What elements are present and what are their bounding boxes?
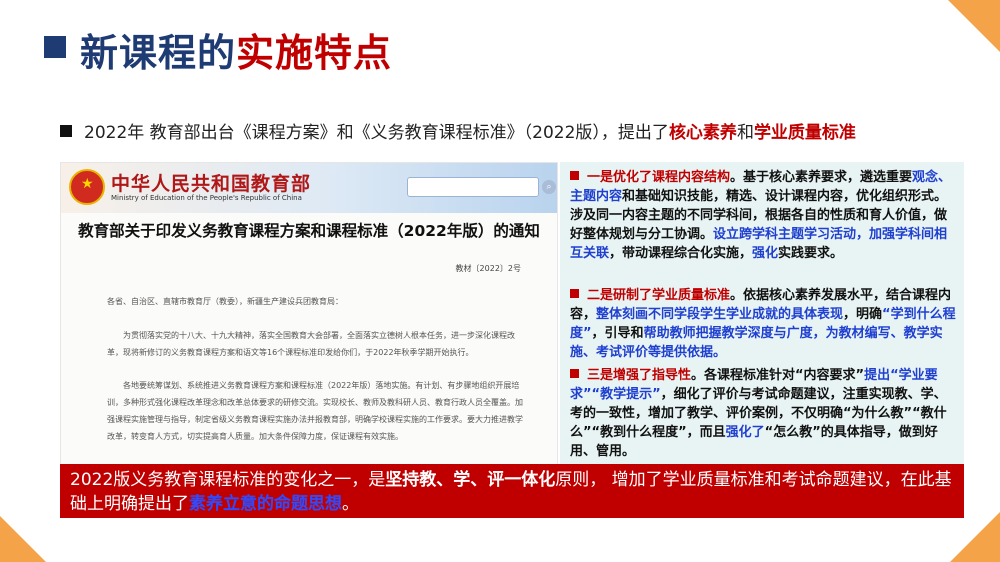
square-bullet-icon bbox=[570, 369, 579, 378]
intro-highlight-1: 核心素养 bbox=[668, 123, 737, 143]
feature-1-text: 实践要求。 bbox=[778, 246, 844, 261]
notice-salutation: 各省、自治区、直辖市教育厅（教委），新疆生产建设兵团教育局： bbox=[107, 297, 343, 306]
feature-2-highlight: 整体刻画不同学段学生学业成就的具体表现 bbox=[596, 307, 844, 322]
feature-item-1: 一是优化了课程内容结构。基于核心素养要求，遴选重要观念、主题内容和基础知识技能，… bbox=[570, 168, 958, 263]
title-bullet bbox=[44, 36, 66, 58]
intro-line: 2022年 教育部出台《课程方案》和《义务教育课程标准》（2022版），提出了核… bbox=[60, 118, 856, 143]
banner-text: 。 bbox=[342, 494, 359, 514]
features-panel: 一是优化了课程内容结构。基于核心素养要求，遴选重要观念、主题内容和基础知识技能，… bbox=[560, 162, 964, 466]
search-icon[interactable]: ⌕ bbox=[542, 180, 556, 194]
notice-title: 教育部关于印发义务教育课程方案和课程标准（2022年版）的通知 bbox=[78, 222, 540, 240]
intro-text: 2022年 教育部出台《课程方案》和《义务教育课程标准》（2022版），提出了 bbox=[84, 123, 669, 143]
banner-text: 2022版义务教育课程标准的变化之一，是 bbox=[70, 470, 386, 490]
summary-banner: 2022版义务教育课程标准的变化之一，是坚持教、学、评一体化原则， 增加了学业质… bbox=[60, 464, 964, 518]
corner-decoration-bottom-right bbox=[950, 512, 1000, 562]
feature-3-heading: 三是增强了指导性 bbox=[587, 368, 692, 383]
square-bullet-icon bbox=[570, 171, 579, 180]
feature-3-text: 。各课程标准针对“内容要求” bbox=[691, 368, 865, 383]
feature-3-highlight: 强化了 bbox=[725, 425, 765, 440]
feature-2-text: ，引导和 bbox=[591, 326, 644, 341]
ministry-name-en: Ministry of Education of the People's Re… bbox=[111, 194, 302, 202]
page-title: 新课程的实施特点 bbox=[80, 22, 392, 77]
banner-highlight-blue: 素养立意的命题思想 bbox=[189, 494, 342, 514]
square-bullet-icon bbox=[570, 289, 579, 298]
feature-2-text: ，明确 bbox=[843, 307, 883, 322]
feature-item-3: 三是增强了指导性。各课程标准针对“内容要求”提出“学业要求”“教学提示”，细化了… bbox=[570, 366, 958, 461]
notice-paragraph-2: 各地要统筹谋划、系统推进义务教育课程方案和课程标准（2022年版）落地实施。有计… bbox=[107, 381, 523, 441]
banner-highlight: 坚持教、学、评一体化 bbox=[385, 470, 556, 490]
corner-decoration-top-right bbox=[948, 0, 1000, 52]
title-part1: 新课程的 bbox=[80, 31, 237, 75]
corner-decoration-bottom-left bbox=[0, 516, 46, 562]
ministry-header: 中华人民共和国教育部 Ministry of Education of the … bbox=[61, 163, 557, 213]
feature-2-heading: 二是研制了学业质量标准 bbox=[587, 288, 731, 303]
feature-1-highlight: 强化 bbox=[752, 246, 779, 261]
square-bullet-icon bbox=[60, 125, 72, 137]
notice-document-screenshot: 中华人民共和国教育部 Ministry of Education of the … bbox=[60, 162, 558, 468]
ministry-name: 中华人民共和国教育部 bbox=[111, 173, 312, 195]
intro-highlight-2: 学业质量标准 bbox=[753, 123, 856, 143]
intro-mid: 和 bbox=[736, 123, 754, 143]
title-part2: 实施特点 bbox=[236, 31, 393, 75]
site-search-input[interactable]: ⌕ bbox=[407, 177, 556, 197]
feature-1-heading: 一是优化了课程内容结构 bbox=[587, 170, 731, 185]
feature-item-2: 二是研制了学业质量标准。依据核心素养发展水平，结合课程内容，整体刻画不同学段学生… bbox=[570, 286, 958, 362]
feature-1-text: ，带动课程综合化实施， bbox=[609, 246, 753, 261]
document-number: 教材〔2022〕2号 bbox=[455, 264, 521, 273]
national-emblem-icon bbox=[69, 169, 105, 205]
notice-paragraph-1: 为贯彻落实党的十八大、十九大精神，落实全国教育大会部署，全面落实立德树人根本任务… bbox=[107, 331, 515, 357]
feature-1-text: 。基于核心素养要求，遴选重要 bbox=[730, 170, 913, 185]
